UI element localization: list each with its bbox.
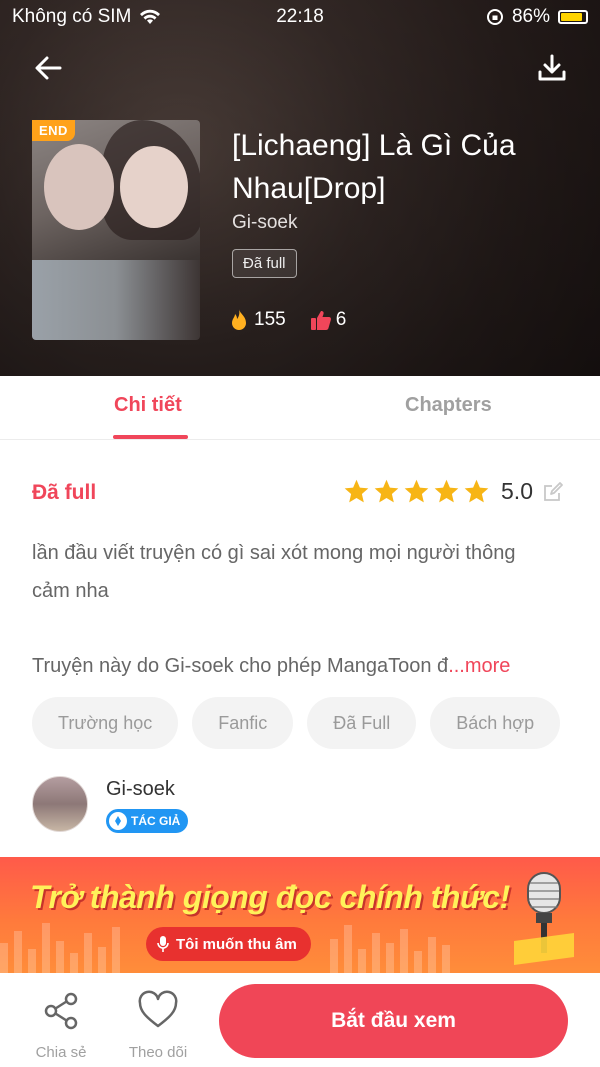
microphone-icon — [514, 872, 574, 965]
pen-icon — [109, 812, 127, 830]
star-icon — [404, 479, 429, 503]
tab-detail[interactable]: Chi tiết — [114, 394, 182, 417]
record-button-label: Tôi muốn thu âm — [176, 935, 297, 953]
author-row[interactable]: Gi-soek TÁC GIẢ — [32, 776, 189, 833]
end-badge: END — [32, 120, 75, 141]
story-cover-image — [32, 120, 200, 340]
tab-chapters[interactable]: Chapters — [405, 394, 492, 417]
share-button[interactable]: Chia sẻ — [21, 989, 101, 1061]
edit-icon[interactable] — [542, 481, 564, 503]
back-button[interactable] — [30, 50, 66, 86]
voice-actor-banner[interactable]: Trở thành giọng đọc chính thức! Tôi muốn… — [0, 857, 600, 973]
avatar[interactable] — [32, 776, 88, 832]
tab-indicator — [113, 435, 188, 439]
tab-bar: Chi tiết Chapters — [0, 376, 600, 440]
star-icon — [344, 479, 369, 503]
arrow-left-icon — [35, 56, 62, 80]
heart-icon — [138, 990, 178, 1028]
story-title: [Lichaeng] Là Gì Của Nhau[Drop] — [232, 129, 516, 205]
story-author[interactable]: Gi-soek — [232, 212, 297, 234]
bottom-action-bar: Chia sẻ Theo dõi Bắt đầu xem — [0, 973, 600, 1067]
battery-icon — [558, 10, 588, 24]
more-link[interactable]: ...more — [448, 655, 510, 677]
completion-status: Đã full — [32, 481, 97, 504]
rating-stars — [343, 478, 490, 505]
share-icon — [44, 992, 78, 1030]
tag-item[interactable]: Fanfic — [192, 697, 294, 749]
follow-button[interactable]: Theo dõi — [118, 989, 198, 1061]
like-stat: 6 — [310, 309, 347, 331]
banner-title: Trở thành giọng đọc chính thức! — [30, 879, 510, 915]
share-label: Chia sẻ — [35, 1044, 87, 1061]
story-description: lần đầu viết truyện có gì sai xót mong m… — [32, 542, 516, 602]
status-badge: Đã full — [232, 249, 297, 278]
star-icon — [374, 479, 399, 503]
start-reading-button[interactable]: Bắt đầu xem — [219, 984, 568, 1058]
star-icon — [434, 479, 459, 503]
like-count: 6 — [335, 309, 347, 330]
download-icon — [538, 54, 566, 81]
fire-stat: 155 — [228, 308, 286, 332]
license-text: Truyện này do Gi-soek cho phép MangaToon… — [32, 655, 449, 677]
tag-item[interactable]: Trường học — [32, 697, 179, 749]
record-button[interactable]: Tôi muốn thu âm — [146, 927, 311, 961]
story-stats: 155 6 — [228, 308, 346, 332]
author-name[interactable]: Gi-soek — [106, 778, 188, 801]
status-bar: Không có SIM 22:18 86% — [0, 0, 600, 34]
tag-item[interactable]: Đã Full — [307, 697, 417, 749]
tag-list: Trường học Fanfic Đã Full Bách hợp — [32, 697, 561, 749]
fire-count: 155 — [254, 309, 286, 330]
fire-icon — [232, 309, 246, 330]
author-badge: TÁC GIẢ — [106, 809, 189, 833]
orientation-lock-icon — [486, 9, 503, 25]
rating: 5.0 — [343, 478, 564, 505]
author-badge-label: TÁC GIẢ — [131, 814, 181, 828]
thumbs-up-icon — [310, 311, 331, 330]
download-button[interactable] — [534, 50, 570, 86]
star-icon — [464, 479, 489, 503]
license-line: Truyện này do Gi-soek cho phép MangaToon… — [32, 647, 572, 685]
follow-label: Theo dõi — [128, 1044, 188, 1061]
tag-item[interactable]: Bách hợp — [430, 697, 561, 749]
microphone-small-icon — [157, 936, 169, 952]
rating-value: 5.0 — [501, 478, 533, 504]
battery-percent: 86% — [511, 6, 550, 27]
